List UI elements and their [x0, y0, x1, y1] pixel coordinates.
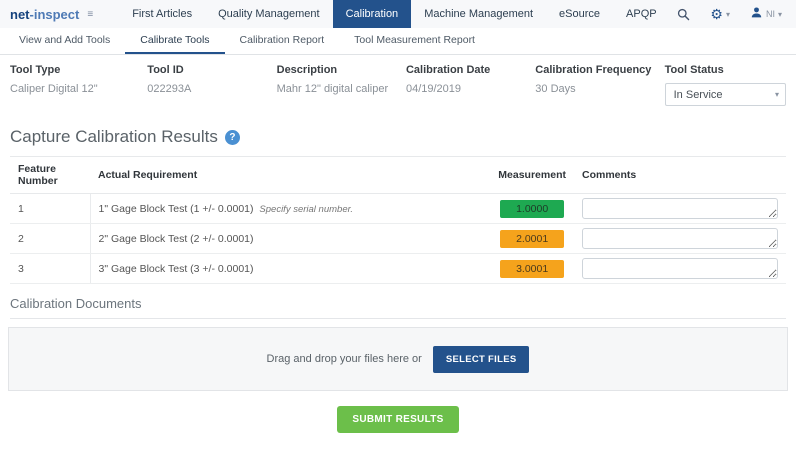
requirement-cell: 2" Gage Block Test (2 +/- 0.0001) [90, 223, 491, 254]
tool-id-field: Tool ID 022293A [147, 64, 276, 106]
calibration-frequency-label: Calibration Frequency [535, 64, 652, 76]
feature-number-cell: 1 [10, 193, 91, 224]
capture-results-title: Capture Calibration Results [10, 127, 218, 146]
comment-input[interactable] [582, 198, 778, 219]
nav-item-first-articles[interactable]: First Articles [119, 0, 205, 28]
dropzone-text: Drag and drop your files here or [266, 353, 422, 365]
measurement-input[interactable]: 2.0001 [500, 229, 565, 248]
col-comments: Comments [574, 156, 786, 194]
brand-logo-light: -inspect [29, 6, 80, 22]
chevron-down-icon: ▾ [777, 9, 782, 19]
top-navbar: net-inspect ≡ First Articles Quality Man… [0, 0, 796, 28]
tool-type-value: Caliper Digital 12" [10, 83, 98, 95]
col-measurement: Measurement [490, 156, 574, 194]
search-icon[interactable] [677, 8, 690, 21]
calibration-date-label: Calibration Date [405, 64, 491, 76]
comments-cell [574, 223, 786, 254]
requirement-text: 1" Gage Block Test (1 +/- 0.0001) [98, 202, 254, 215]
table-row: 3 3" Gage Block Test (3 +/- 0.0001) 3.00… [10, 253, 786, 284]
tool-type-label: Tool Type [10, 64, 61, 76]
calibration-frequency-value: 30 Days [535, 83, 576, 95]
tab-calibration-report[interactable]: Calibration Report [225, 28, 340, 54]
user-menu[interactable]: NI ▾ [750, 6, 782, 22]
calibration-date-value: 04/19/2019 [405, 83, 462, 95]
help-icon[interactable]: ? [224, 129, 240, 145]
submit-row: SUBMIT RESULTS [0, 406, 796, 433]
settings-menu[interactable]: ⚙ ▾ [710, 7, 730, 21]
tab-view-and-add-tools[interactable]: View and Add Tools [4, 28, 125, 54]
brand-logo[interactable]: net-inspect [10, 7, 79, 22]
tool-id-label: Tool ID [147, 64, 184, 76]
user-initials: NI [765, 9, 775, 19]
description-label: Description [276, 64, 338, 76]
measurement-input[interactable]: 1.0000 [500, 199, 565, 218]
tool-status-field: Tool Status In Service ▾ [664, 64, 786, 106]
calibration-tabbar: View and Add Tools Calibrate Tools Calib… [0, 28, 796, 55]
feature-number-cell: 3 [10, 253, 91, 284]
nav-item-esource[interactable]: eSource [546, 0, 613, 28]
requirement-text: 2" Gage Block Test (2 +/- 0.0001) [98, 232, 254, 245]
requirement-cell: 3" Gage Block Test (3 +/- 0.0001) [90, 253, 491, 284]
comment-input[interactable] [582, 228, 778, 249]
tool-info-bar: Tool Type Caliper Digital 12" Tool ID 02… [0, 55, 796, 117]
comment-input[interactable] [582, 258, 778, 279]
tab-tool-measurement-report[interactable]: Tool Measurement Report [339, 28, 490, 54]
calibration-frequency-field: Calibration Frequency 30 Days [535, 64, 664, 106]
nav-item-quality-management[interactable]: Quality Management [205, 0, 333, 28]
submit-results-button[interactable]: SUBMIT RESULTS [337, 406, 459, 433]
requirement-text: 3" Gage Block Test (3 +/- 0.0001) [98, 262, 254, 275]
calibration-documents-title: Calibration Documents [10, 296, 786, 319]
description-field: Description Mahr 12" digital caliper [277, 64, 406, 106]
comments-cell [574, 193, 786, 224]
nav-item-machine-management[interactable]: Machine Management [411, 0, 546, 28]
gear-icon: ⚙ [710, 6, 723, 22]
main-nav: First Articles Quality Management Calibr… [119, 0, 669, 28]
hamburger-menu-icon[interactable]: ≡ [87, 9, 93, 20]
calibration-date-field: Calibration Date 04/19/2019 [406, 64, 535, 106]
capture-results-heading: Capture Calibration Results ? [0, 117, 796, 156]
measurement-input[interactable]: 3.0001 [500, 259, 565, 278]
nav-item-calibration[interactable]: Calibration [332, 0, 412, 28]
requirement-cell: 1" Gage Block Test (1 +/- 0.0001) Specif… [90, 193, 491, 224]
measurement-cell: 1.0000 [490, 193, 574, 224]
tab-calibrate-tools[interactable]: Calibrate Tools [125, 28, 225, 54]
select-files-button[interactable]: SELECT FILES [432, 345, 530, 373]
tool-type-field: Tool Type Caliper Digital 12" [10, 64, 147, 106]
comments-cell [574, 253, 786, 284]
table-row: 1 1" Gage Block Test (1 +/- 0.0001) Spec… [10, 193, 786, 224]
brand-logo-bold: net [10, 6, 30, 22]
table-header-row: Feature Number Actual Requirement Measur… [10, 156, 786, 194]
user-icon [750, 6, 763, 22]
table-row: 2 2" Gage Block Test (2 +/- 0.0001) 2.00… [10, 223, 786, 254]
feature-number-cell: 2 [10, 223, 91, 254]
measurement-cell: 2.0001 [490, 223, 574, 254]
navbar-actions: ⚙ ▾ NI ▾ [677, 6, 782, 22]
tool-status-select[interactable]: In Service [665, 84, 785, 105]
col-actual-requirement: Actual Requirement [90, 156, 491, 194]
measurement-cell: 3.0001 [490, 253, 574, 284]
chevron-down-icon: ▾ [725, 9, 730, 19]
file-dropzone[interactable]: Drag and drop your files here or SELECT … [8, 327, 788, 391]
col-feature-number: Feature Number [10, 156, 90, 194]
requirement-note: Specify serial number. [259, 203, 354, 215]
tool-status-select-wrap: In Service ▾ [664, 83, 786, 106]
nav-item-apqp[interactable]: APQP [613, 0, 670, 28]
calibration-results-table: Feature Number Actual Requirement Measur… [10, 156, 786, 284]
tool-id-value: 022293A [147, 83, 192, 95]
tool-status-label: Tool Status [664, 64, 724, 76]
description-value: Mahr 12" digital caliper [276, 83, 389, 95]
